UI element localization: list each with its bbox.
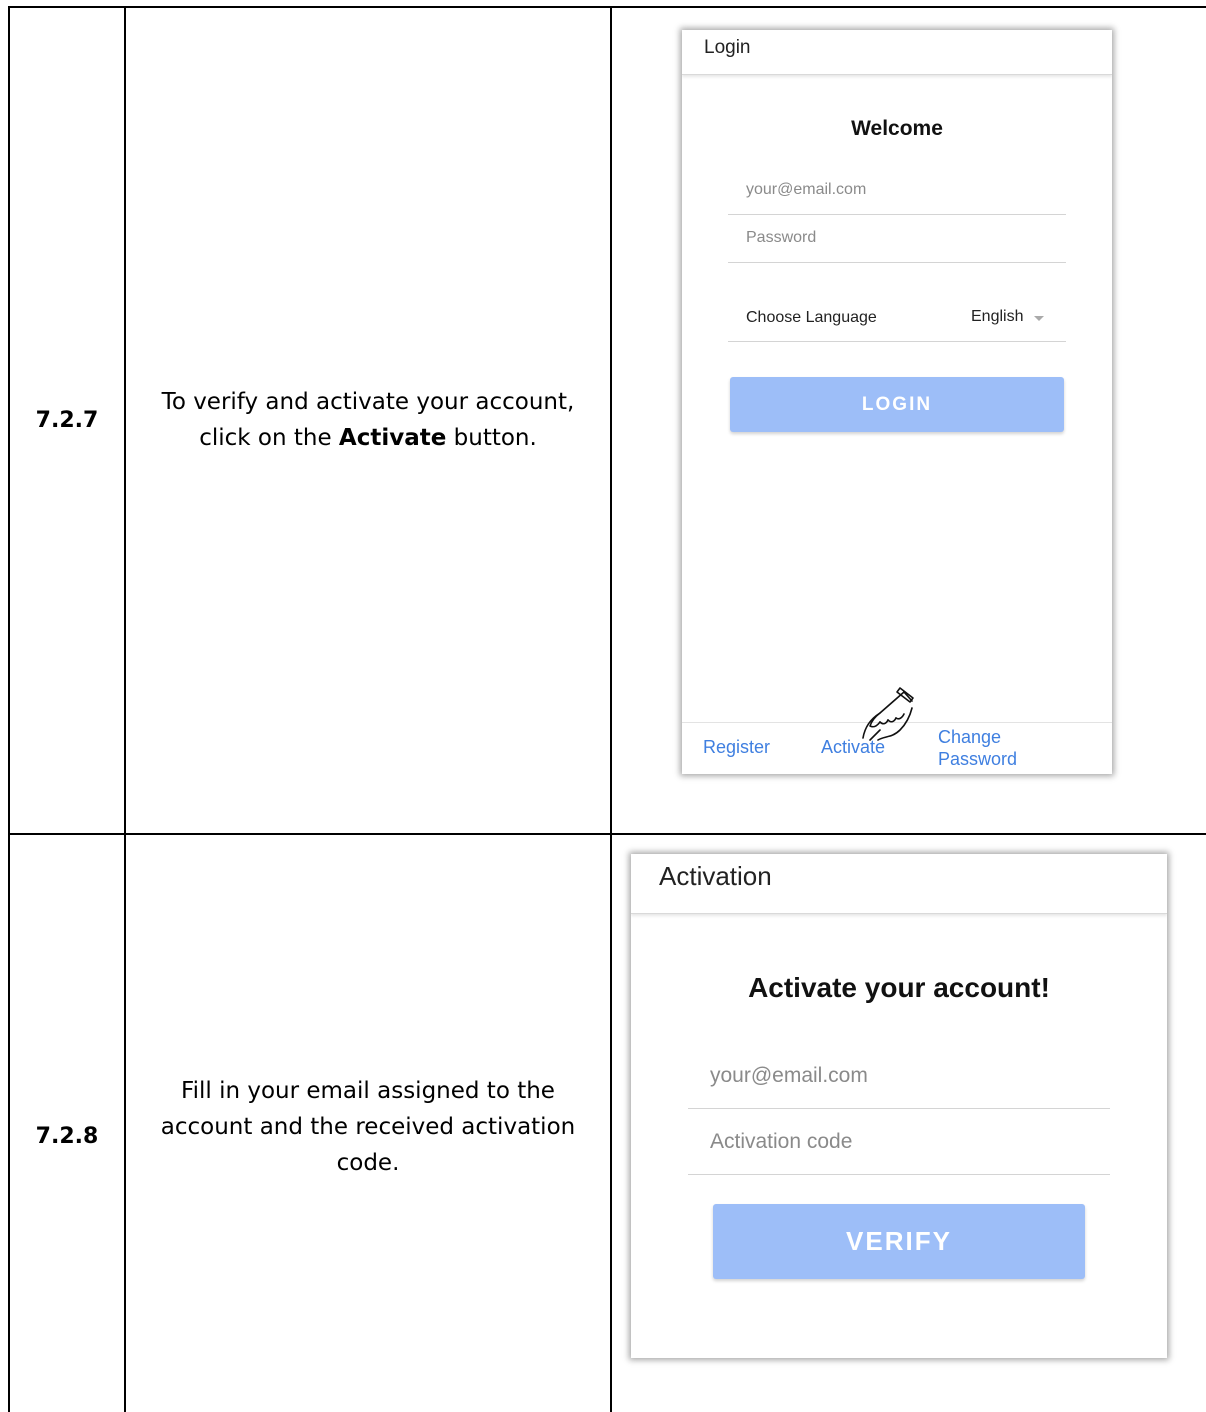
email-field[interactable]: your@email.com	[728, 170, 1066, 215]
step-number: 7.2.7	[35, 408, 99, 433]
instruction-line: code.	[336, 1150, 400, 1176]
instruction-bold-text: Activate	[338, 425, 447, 451]
caret-down-icon	[1034, 316, 1044, 321]
password-field[interactable]: Password	[728, 218, 1066, 263]
table-left-border	[8, 6, 10, 1412]
email-placeholder: your@email.com	[710, 1064, 868, 1087]
activation-screenshot: Activation Activate your account! your@e…	[631, 854, 1167, 1358]
change-password-line: Password	[938, 749, 1018, 769]
table-row-divider	[8, 833, 1206, 835]
language-label: Choose Language	[746, 309, 877, 326]
register-link[interactable]: Register	[703, 737, 770, 758]
language-value: English	[971, 308, 1024, 325]
instruction-text: button.	[446, 425, 537, 451]
table-col-divider-1	[124, 6, 126, 1412]
activation-code-placeholder: Activation code	[710, 1130, 853, 1153]
app-bar-title: Login	[704, 37, 751, 58]
activate-link[interactable]: Activate	[821, 737, 885, 758]
activation-code-field[interactable]: Activation code	[688, 1116, 1110, 1175]
pointing-hand-icon	[862, 687, 914, 741]
step-number: 7.2.8	[35, 1124, 99, 1149]
table-top-border	[8, 6, 1206, 8]
welcome-heading: Welcome	[851, 117, 943, 140]
step-instruction: Fill in your email assigned to the accou…	[126, 1073, 610, 1181]
login-screenshot: Login Welcome your@email.com Password Ch…	[682, 30, 1112, 774]
verify-button[interactable]: VERIFY	[713, 1204, 1085, 1279]
instruction-line: Fill in your email assigned to the	[181, 1078, 555, 1104]
login-button[interactable]: LOGIN	[730, 377, 1064, 432]
app-bar: Login	[682, 30, 1112, 75]
app-bar-title: Activation	[659, 861, 772, 891]
instruction-line: To verify and activate your account,	[161, 389, 575, 415]
change-password-line: Change	[938, 727, 1002, 747]
language-selector[interactable]: Choose Language English	[728, 296, 1066, 342]
password-placeholder: Password	[746, 229, 817, 246]
email-field[interactable]: your@email.com	[688, 1050, 1110, 1109]
table-col-divider-2	[610, 6, 612, 1412]
step-instruction: To verify and activate your account, cli…	[126, 384, 610, 456]
activation-heading: Activate your account!	[748, 972, 1050, 1003]
app-bar: Activation	[631, 854, 1167, 914]
email-placeholder: your@email.com	[746, 181, 867, 198]
instruction-text: click on the	[199, 425, 339, 451]
instruction-line: click on the Activate button.	[126, 420, 610, 456]
instruction-line: account and the received activation	[160, 1114, 576, 1140]
change-password-link[interactable]: Change Password	[938, 726, 1017, 770]
